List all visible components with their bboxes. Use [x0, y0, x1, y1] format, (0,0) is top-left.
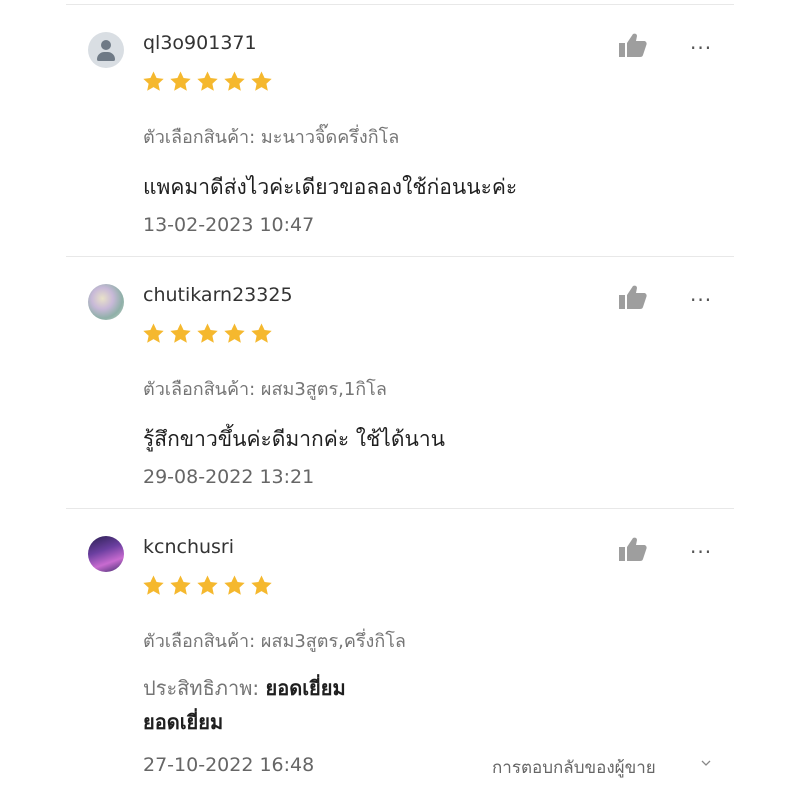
star-icon [224, 323, 245, 343]
star-icon [251, 575, 272, 595]
attribute-label: ประสิทธิภาพ: [143, 676, 260, 700]
star-icon [143, 323, 164, 343]
review-date: 27-10-2022 16:48 [143, 754, 315, 776]
star-icon [224, 575, 245, 595]
review-item: chutikarn23325 ··· ตัวเลือกสินค้า: ผสม3ส… [0, 256, 800, 508]
user-avatar[interactable] [88, 284, 124, 320]
product-variant: ตัวเลือกสินค้า: ผสม3สูตร,ครึ่งกิโล [143, 631, 406, 652]
chevron-down-icon[interactable] [701, 758, 711, 768]
default-user-icon[interactable] [88, 32, 124, 68]
more-options-icon[interactable]: ··· [690, 288, 712, 312]
star-icon [224, 71, 245, 91]
more-options-icon[interactable]: ··· [690, 540, 712, 564]
review-comment: รู้สึกขาวขึ้นค่ะดีมากค่ะ ใช้ได้นาน [143, 427, 445, 451]
attribute-value: ยอดเยี่ยม [265, 676, 346, 700]
review-username[interactable]: kcnchusri [143, 536, 234, 558]
review-attribute: ประสิทธิภาพ: ยอดเยี่ยม [143, 672, 346, 704]
rating-stars [142, 70, 273, 96]
review-username[interactable]: ql3o901371 [143, 32, 257, 54]
star-icon [251, 323, 272, 343]
more-options-icon[interactable]: ··· [690, 36, 712, 60]
star-icon [170, 575, 191, 595]
review-date: 13-02-2023 10:47 [143, 214, 315, 236]
thumbs-up-icon[interactable] [616, 32, 648, 58]
review-list: ql3o901371 ··· ตัวเลือกสินค้า: มะนาวจิ๊ด… [0, 0, 800, 800]
star-icon [197, 323, 218, 343]
star-icon [197, 575, 218, 595]
star-icon [197, 71, 218, 91]
thumbs-up-icon[interactable] [616, 284, 648, 310]
star-icon [143, 71, 164, 91]
rating-stars [142, 574, 273, 600]
review-username[interactable]: chutikarn23325 [143, 284, 293, 306]
thumbs-up-icon[interactable] [616, 536, 648, 562]
review-comment: แพคมาดีส่งไวค่ะเดียวขอลองใช้ก่อนนะค่ะ [143, 175, 518, 199]
review-comment: ยอดเยี่ยม [143, 710, 224, 734]
product-variant: ตัวเลือกสินค้า: มะนาวจิ๊ดครึ่งกิโล [143, 127, 400, 148]
star-icon [170, 323, 191, 343]
product-variant: ตัวเลือกสินค้า: ผสม3สูตร,1กิโล [143, 379, 387, 400]
review-item: kcnchusri ··· ตัวเลือกสินค้า: ผสม3สูตร,ค… [0, 508, 800, 800]
rating-stars [142, 322, 273, 348]
star-icon [251, 71, 272, 91]
star-icon [143, 575, 164, 595]
review-date: 29-08-2022 13:21 [143, 466, 315, 488]
seller-reply-toggle[interactable]: การตอบกลับของผู้ขาย [492, 754, 656, 781]
user-avatar[interactable] [88, 536, 124, 572]
review-item: ql3o901371 ··· ตัวเลือกสินค้า: มะนาวจิ๊ด… [0, 4, 800, 256]
star-icon [170, 71, 191, 91]
